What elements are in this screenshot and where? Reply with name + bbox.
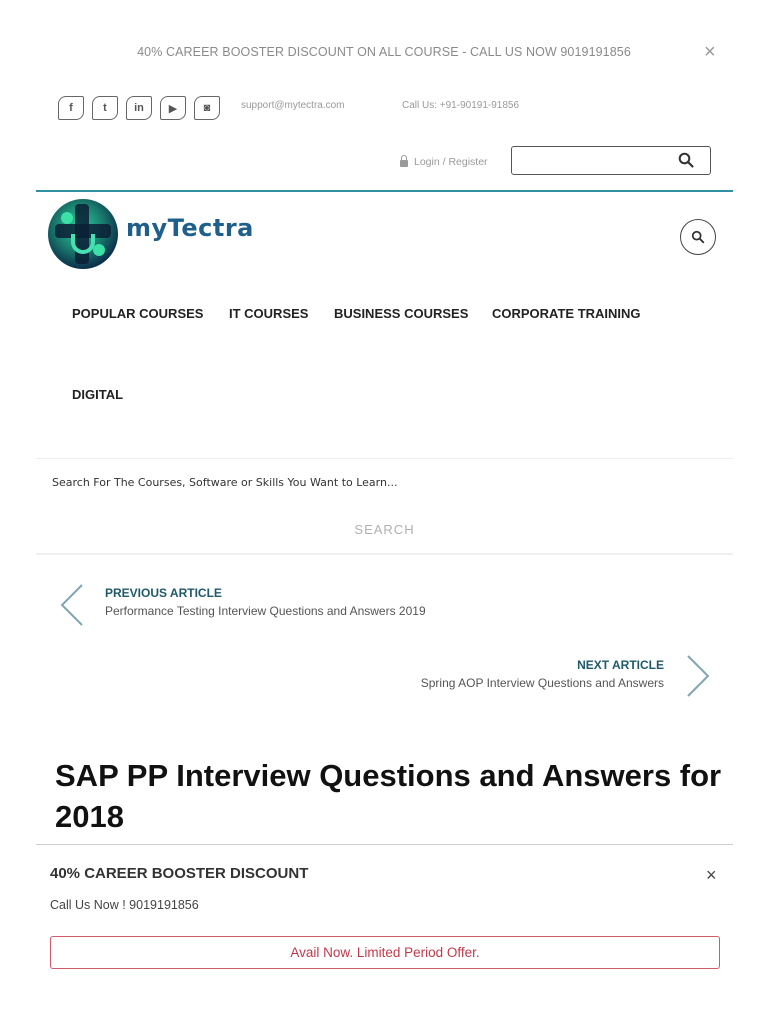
discount-popup: 40% CAREER BOOSTER DISCOUNT × Call Us No… [36, 844, 733, 1025]
next-article-link[interactable]: NEXT ARTICLE Spring AOP Interview Questi… [421, 658, 664, 690]
header-divider [36, 190, 733, 192]
previous-article-title: Performance Testing Interview Questions … [105, 604, 426, 618]
search-icon[interactable] [678, 152, 694, 168]
search-toggle-button[interactable] [680, 219, 716, 255]
login-register-link[interactable]: Login / Register [400, 155, 488, 168]
page-title: SAP PP Interview Questions and Answers f… [55, 758, 722, 834]
previous-article-label: PREVIOUS ARTICLE [105, 586, 222, 600]
twitter-icon[interactable]: t [92, 96, 118, 120]
previous-article-link[interactable]: PREVIOUS ARTICLE Performance Testing Int… [105, 586, 426, 618]
announcement-bar: 40% CAREER BOOSTER DISCOUNT ON ALL COURS… [0, 0, 768, 106]
announcement-text: 40% CAREER BOOSTER DISCOUNT ON ALL COURS… [137, 45, 631, 59]
nav-popular-courses[interactable]: POPULAR COURSES [72, 306, 203, 321]
linkedin-icon[interactable]: in [126, 96, 152, 120]
support-email[interactable]: support@mytectra.com [241, 100, 345, 111]
instagram-icon[interactable]: ◙ [194, 96, 220, 120]
brand-name[interactable]: myTectra [126, 214, 254, 242]
nav-business-courses[interactable]: BUSINESS COURSES [334, 306, 468, 321]
course-search-button[interactable]: SEARCH [36, 507, 733, 555]
header-search-input[interactable] [516, 148, 680, 175]
announcement-close-icon[interactable]: × [704, 41, 716, 64]
header-search [511, 146, 711, 175]
social-links: f t in ▶ ◙ [58, 96, 220, 120]
lock-icon [400, 155, 408, 167]
mytectra-logo-icon[interactable] [47, 198, 119, 270]
chevron-left-icon[interactable] [58, 583, 86, 627]
login-register-label: Login / Register [414, 156, 488, 168]
nav-it-courses[interactable]: IT COURSES [229, 306, 308, 321]
facebook-icon[interactable]: f [58, 96, 84, 120]
popup-close-icon[interactable]: × [706, 865, 717, 886]
youtube-icon[interactable]: ▶ [160, 96, 186, 120]
course-search-row [36, 458, 733, 508]
search-icon [691, 230, 705, 244]
next-article-title: Spring AOP Interview Questions and Answe… [420, 676, 664, 690]
popup-title: 40% CAREER BOOSTER DISCOUNT [50, 865, 309, 882]
avail-offer-button[interactable]: Avail Now. Limited Period Offer. [50, 936, 720, 969]
nav-corporate-training[interactable]: CORPORATE TRAINING [492, 306, 641, 321]
nav-digital[interactable]: DIGITAL [72, 387, 123, 402]
course-search-input[interactable] [50, 471, 654, 493]
next-article-label: NEXT ARTICLE [577, 658, 664, 672]
support-phone[interactable]: Call Us: +91-90191-91856 [402, 100, 519, 111]
popup-subtitle: Call Us Now ! 9019191856 [50, 898, 199, 912]
chevron-right-icon[interactable] [684, 654, 712, 698]
